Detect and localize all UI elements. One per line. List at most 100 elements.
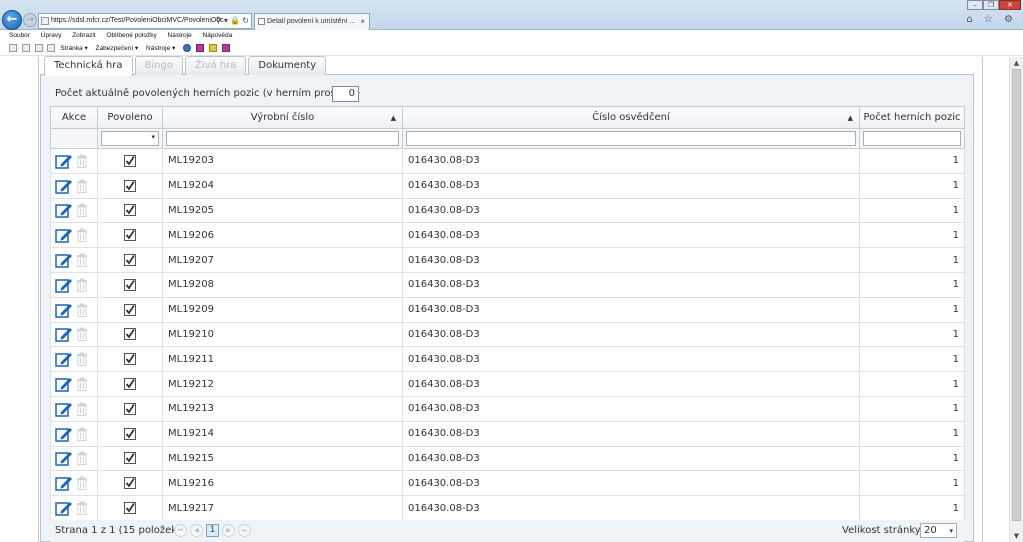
row-vyrobni-cislo: ML19215	[162, 445, 403, 472]
menu-oblibene[interactable]: Oblíbené položky	[106, 32, 156, 39]
edit-icon[interactable]	[55, 326, 73, 343]
back-button[interactable]: ←	[2, 10, 22, 30]
vertical-scrollbar[interactable]: ▲ ▼	[1009, 57, 1023, 542]
addon-icon[interactable]	[208, 44, 217, 53]
page-number-button[interactable]: 1	[206, 524, 219, 537]
mail-icon[interactable]	[34, 44, 43, 53]
tab-dokumenty[interactable]: Dokumenty	[248, 56, 327, 75]
addon-icon[interactable]	[221, 44, 230, 53]
tab-close-icon[interactable]: ×	[360, 14, 365, 29]
row-povoleno	[97, 321, 163, 348]
row-povoleno	[97, 197, 163, 224]
home-icon[interactable]	[9, 44, 17, 53]
minimize-button[interactable]: –	[967, 0, 983, 10]
row-actions	[50, 222, 98, 249]
col-pocet-pozic[interactable]: Počet herních pozic	[859, 106, 965, 129]
cmd-safety[interactable]: Zabezpečení ▾	[96, 45, 139, 52]
col-vyrobni-label: Výrobní číslo	[250, 112, 315, 123]
edit-icon[interactable]	[55, 401, 73, 417]
row-povoleno	[97, 172, 163, 199]
row-povoleno	[97, 148, 163, 174]
col-povoleno[interactable]: Povoleno	[97, 106, 163, 129]
edit-icon[interactable]	[55, 178, 73, 194]
address-bar[interactable]: https://sdsl.mfcr.cz/Test/PovoleniObciMV…	[38, 13, 252, 29]
table-row: ML19205 016430.08-D3 1	[50, 197, 965, 224]
filter-pozic-input[interactable]	[863, 131, 961, 146]
row-cislo-osvedceni: 016430.08-D3	[402, 222, 860, 249]
delete-icon	[76, 451, 88, 466]
edit-icon[interactable]	[55, 426, 73, 442]
tab-favicon-icon	[258, 18, 265, 25]
browser-toolbar: ← → https://sdsl.mfcr.cz/Test/PovoleniOb…	[0, 0, 1023, 30]
cmd-tools[interactable]: Nástroje ▾	[146, 45, 175, 52]
checkbox-checked-icon	[124, 452, 136, 465]
scroll-up-icon[interactable]: ▲	[1010, 57, 1023, 69]
row-pocet-pozic: 1	[859, 321, 965, 348]
address-tools-icons[interactable]: ⚲ ▾ 🔒 ↻	[216, 14, 249, 28]
checkbox-checked-icon	[124, 328, 136, 341]
site-favicon-icon	[41, 17, 49, 25]
delete-icon	[76, 377, 88, 392]
edit-icon[interactable]	[55, 153, 73, 169]
print-icon[interactable]	[47, 44, 56, 53]
menu-upravy[interactable]: Úpravy	[41, 32, 62, 39]
browser-tab[interactable]: Detail povolení k umístění ... ×	[254, 13, 370, 30]
forward-button[interactable]: →	[23, 13, 37, 27]
checkbox-checked-icon	[124, 254, 136, 267]
menu-napoveda[interactable]: Nápověda	[203, 32, 233, 39]
row-actions	[50, 172, 98, 199]
checkbox-checked-icon	[124, 477, 136, 490]
edit-icon[interactable]	[55, 202, 73, 219]
row-actions	[50, 148, 98, 174]
scroll-down-icon[interactable]: ▼	[1010, 530, 1023, 542]
help-icon[interactable]	[183, 44, 192, 53]
edit-icon[interactable]	[55, 376, 73, 392]
col-povoleno-label: Povoleno	[107, 112, 153, 123]
row-actions	[50, 395, 98, 422]
home-favorites-settings-icons[interactable]: ⌂ ☆ ⚙	[966, 14, 1017, 25]
row-povoleno	[97, 395, 163, 422]
table-row: ML19215 016430.08-D3 1	[50, 445, 965, 472]
menu-nastroje[interactable]: Nástroje	[168, 32, 192, 39]
addon-icon[interactable]	[195, 44, 204, 53]
table-row: ML19210 016430.08-D3 1	[50, 321, 965, 348]
filter-vyrobni-input[interactable]	[166, 131, 399, 146]
close-window-button[interactable]: ✕	[999, 0, 1021, 10]
filter-povoleno-select[interactable]: ▾	[101, 131, 159, 146]
row-cislo-osvedceni: 016430.08-D3	[402, 271, 860, 298]
row-vyrobni-cislo: ML19206	[162, 222, 403, 249]
row-vyrobni-cislo: ML19205	[162, 197, 403, 224]
row-povoleno	[97, 271, 163, 298]
edit-icon[interactable]	[55, 252, 73, 268]
row-vyrobni-cislo: ML19210	[162, 321, 403, 348]
cmd-page[interactable]: Stránka ▾	[60, 45, 87, 52]
row-cislo-osvedceni: 016430.08-D3	[402, 172, 860, 199]
edit-icon[interactable]	[55, 227, 73, 244]
checkbox-checked-icon	[124, 229, 136, 242]
filter-osvedceni-input[interactable]	[406, 131, 856, 146]
table-row: ML19206 016430.08-D3 1	[50, 222, 965, 249]
edit-icon[interactable]	[55, 450, 73, 467]
page-size-select[interactable]: 20 ▾	[920, 523, 957, 538]
col-cislo-osvedceni[interactable]: Číslo osvědčení ▲	[402, 106, 860, 129]
edit-icon[interactable]	[55, 302, 73, 318]
row-pocet-pozic: 1	[859, 371, 965, 397]
menu-soubor[interactable]: Soubor	[9, 32, 30, 39]
col-vyrobni-cislo[interactable]: Výrobní číslo ▲	[162, 106, 403, 129]
feeds-icon[interactable]	[21, 44, 30, 53]
edit-icon[interactable]	[55, 351, 73, 368]
menu-zobrazit[interactable]: Zobrazit	[72, 32, 95, 39]
delete-icon	[76, 154, 88, 168]
table-row: ML19208 016430.08-D3 1	[50, 271, 965, 298]
edit-icon[interactable]	[55, 277, 73, 293]
row-pocet-pozic: 1	[859, 420, 965, 447]
edit-icon[interactable]	[55, 500, 73, 516]
edit-icon[interactable]	[55, 475, 73, 491]
maximize-button[interactable]: ❐	[983, 0, 999, 10]
tab-technicka-hra[interactable]: Technická hra	[44, 56, 133, 76]
delete-icon	[76, 476, 88, 491]
row-cislo-osvedceni: 016430.08-D3	[402, 395, 860, 422]
tab-ziva-hra: Živá hra	[184, 56, 247, 75]
positions-count-value: 0	[332, 86, 359, 102]
scroll-thumb[interactable]	[1012, 69, 1021, 521]
